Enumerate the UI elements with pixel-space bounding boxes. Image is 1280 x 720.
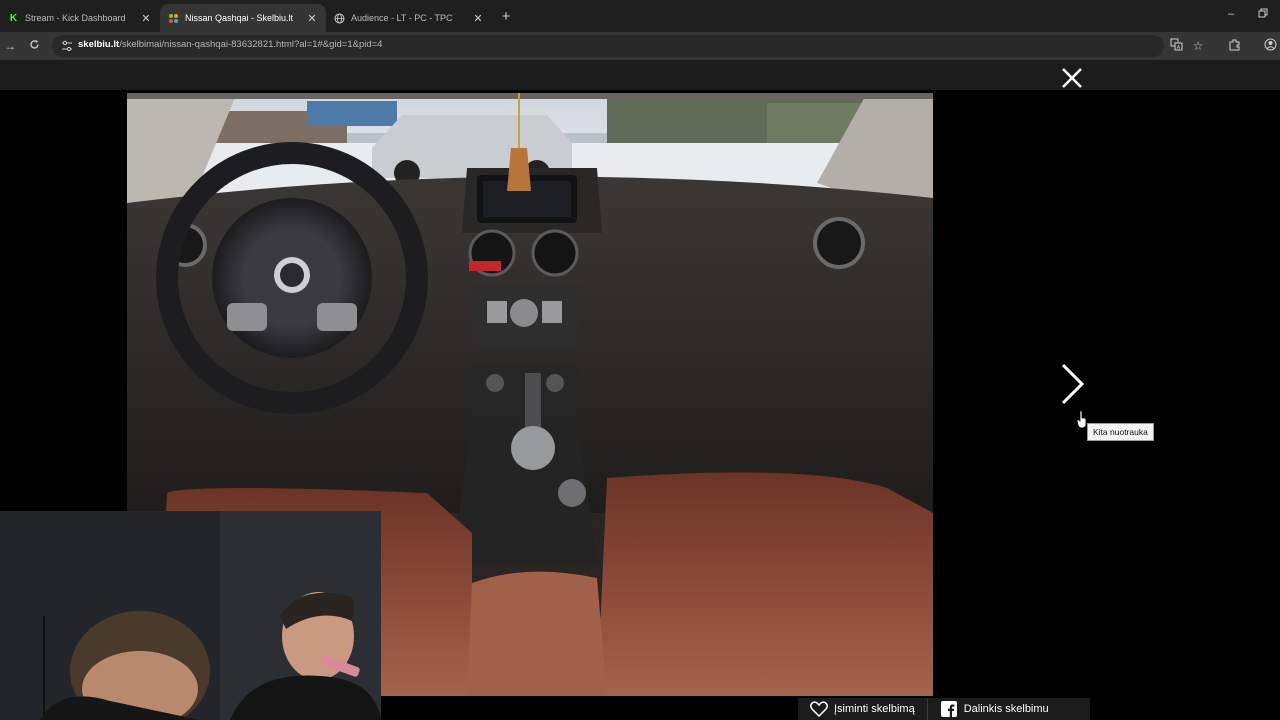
close-viewer-icon[interactable] [1059, 65, 1085, 91]
save-listing-button[interactable]: Įsiminti skelbimą [810, 698, 915, 720]
browser-toolbar: → skelbiu.lt/skelbimai/nissan-qashqai-83… [0, 32, 1280, 60]
page-header-strip [0, 60, 1280, 90]
action-divider [926, 698, 928, 720]
new-tab-plus-icon[interactable]: + [498, 8, 514, 25]
webcam-feed-image [0, 511, 381, 720]
profile-icon[interactable] [1262, 38, 1278, 54]
tab-skelbiu[interactable]: Nissan Qashqai - Skelbiu.lt ✕ [160, 4, 326, 32]
url-path: /skelbimai/nissan-qashqai-83632821.html?… [119, 39, 383, 50]
tab-close-icon[interactable]: ✕ [472, 12, 484, 25]
tab-title: Stream - Kick Dashboard [25, 13, 126, 23]
tab-title: Nissan Qashqai - Skelbiu.lt [185, 13, 294, 23]
tab-kick-dashboard[interactable]: K Stream - Kick Dashboard ✕ [0, 4, 160, 32]
listing-action-bar: Įsiminti skelbimą Dalinkis skelbimu [798, 698, 1090, 720]
reload-icon[interactable] [26, 38, 42, 54]
tab-close-icon[interactable]: ✕ [306, 12, 318, 25]
heart-icon [810, 700, 828, 718]
tab-strip: K Stream - Kick Dashboard ✕ Nissan Qashq… [0, 0, 1280, 32]
share-listing-button[interactable]: Dalinkis skelbimu [940, 698, 1049, 720]
save-listing-label: Įsiminti skelbimą [834, 703, 915, 715]
skelbiu-icon [168, 13, 179, 24]
extensions-icon[interactable] [1226, 38, 1242, 54]
site-info-icon[interactable] [60, 39, 74, 53]
translate-icon[interactable]: A [1168, 38, 1184, 54]
tab-title: Audience - LT - PC - TPC [351, 13, 453, 23]
bookmark-star-icon[interactable]: ☆ [1190, 38, 1206, 54]
kick-icon: K [9, 12, 18, 24]
next-photo-arrow-icon[interactable] [1058, 362, 1086, 406]
restore-icon[interactable] [1255, 8, 1271, 21]
next-photo-tooltip: Kita nuotrauka [1087, 423, 1154, 441]
svg-text:A: A [1176, 45, 1180, 51]
minimize-icon[interactable]: – [1223, 8, 1239, 20]
forward-arrow-icon[interactable]: → [2, 38, 18, 54]
tab-audience[interactable]: Audience - LT - PC - TPC ✕ [326, 4, 492, 32]
url-host: skelbiu.lt [78, 39, 120, 50]
address-bar[interactable]: skelbiu.lt/skelbimai/nissan-qashqai-8363… [52, 35, 1164, 57]
share-listing-label: Dalinkis skelbimu [963, 703, 1049, 715]
url-text: skelbiu.lt/skelbimai/nissan-qashqai-8363… [78, 39, 382, 50]
webcam-overlay [0, 511, 381, 720]
facebook-icon [940, 700, 958, 718]
globe-icon [334, 13, 345, 24]
tab-close-icon[interactable]: ✕ [140, 12, 152, 25]
